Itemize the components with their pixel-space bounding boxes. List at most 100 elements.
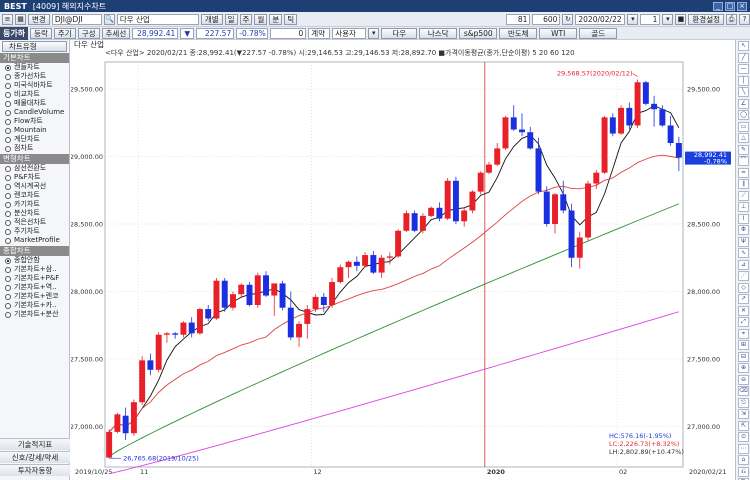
draw-tool-icon[interactable]: ⤢ <box>738 317 749 327</box>
draw-tool-icon[interactable]: ◯ <box>738 110 749 120</box>
radio-icon[interactable] <box>5 136 11 143</box>
chart-type-option[interactable]: 매물대차트 <box>0 99 69 108</box>
draw-tool-icon[interactable]: ⋯ <box>738 443 749 454</box>
draw-tool-icon[interactable]: ∿ <box>738 248 749 258</box>
draw-tool-icon[interactable]: △ <box>738 133 749 143</box>
radio-icon[interactable] <box>5 284 11 291</box>
radio-icon[interactable] <box>5 64 11 71</box>
investor-trend-button[interactable]: 투자자동향 <box>0 464 70 476</box>
draw-tool-icon[interactable]: ✕ <box>738 305 749 316</box>
index-button-gold[interactable]: 골드 <box>579 27 618 39</box>
chart-type-option[interactable]: 점차트 <box>0 144 69 153</box>
radio-icon[interactable] <box>5 266 11 273</box>
radio-icon[interactable] <box>5 192 11 199</box>
help-icon[interactable]: ? <box>739 13 750 25</box>
radio-icon[interactable] <box>5 118 11 125</box>
draw-tool-icon[interactable]: ⊿ <box>738 259 749 270</box>
radio-icon[interactable] <box>5 73 11 80</box>
chart-type-option[interactable]: Flow차트 <box>0 117 69 126</box>
chart-type-option[interactable]: 계단차트 <box>0 135 69 144</box>
refresh-icon[interactable]: ↻ <box>562 13 574 25</box>
index-button-nasdaq[interactable]: 나스닥 <box>419 27 458 39</box>
draw-tool-icon[interactable]: │ <box>738 75 749 86</box>
draw-tool-icon[interactable]: ╲ <box>738 87 749 97</box>
signal-button[interactable]: 신호/강세/약세 <box>0 451 70 463</box>
period-button-month[interactable]: 월 <box>254 13 268 25</box>
chart-type-option[interactable]: 삼선전환도 <box>0 164 69 173</box>
draw-tool-icon[interactable]: ∠ <box>738 98 749 109</box>
settings-button[interactable]: 환경설정 <box>688 13 724 25</box>
change-button[interactable]: 변경 <box>28 13 50 25</box>
grid-icon[interactable]: ▦ <box>15 13 26 25</box>
radio-icon[interactable] <box>5 237 11 244</box>
price-label[interactable]: 등락 <box>30 27 52 39</box>
chart-type-option[interactable]: CandleVolume <box>0 108 69 117</box>
draw-tool-icon[interactable]: ◇ <box>738 282 749 293</box>
draw-tool-icon[interactable]: ≈ <box>738 167 749 178</box>
chart-type-option[interactable]: 기본차트+분산 <box>0 310 69 319</box>
draw-tool-icon[interactable]: ⊖ <box>738 374 749 385</box>
period-button-minute[interactable]: 분 <box>269 13 283 25</box>
radio-icon[interactable] <box>5 228 11 235</box>
draw-tool-icon[interactable]: ∥ <box>738 179 749 189</box>
chart-type-option[interactable]: 적은선차트 <box>0 218 69 227</box>
tab-chart[interactable]: 등가하 <box>0 26 29 40</box>
draw-tool-icon[interactable]: ⌇ <box>738 213 749 224</box>
chart-type-option[interactable]: 기본차트+삼.. <box>0 265 69 274</box>
draw-tool-icon[interactable]: ✎ <box>738 144 749 155</box>
chart-type-option[interactable]: 캔들차트 <box>0 63 69 72</box>
radio-icon[interactable] <box>5 109 11 116</box>
search-icon[interactable]: 🔍 <box>103 13 115 25</box>
radio-icon[interactable] <box>5 174 11 181</box>
period-button-individual[interactable]: 개별 <box>200 13 223 25</box>
period-button-week[interactable]: 주 <box>239 13 253 25</box>
date-input[interactable]: 2020/02/22 <box>575 13 626 25</box>
trendline-button[interactable]: 추세선 <box>101 27 131 39</box>
draw-tool-icon[interactable]: ⎌ <box>738 466 749 477</box>
spin-icon[interactable]: ▾ <box>662 13 674 25</box>
draw-tool-icon[interactable]: ↗ <box>738 294 749 304</box>
calendar-icon[interactable]: ▾ <box>627 13 639 25</box>
radio-icon[interactable] <box>5 145 11 152</box>
index-button-dow[interactable]: 다우 <box>381 27 418 39</box>
period-label[interactable]: 주기 <box>53 27 76 39</box>
chart-type-option[interactable]: 기본차트+역.. <box>0 283 69 292</box>
chart-type-option[interactable]: Mountain <box>0 126 69 135</box>
draw-tool-icon[interactable]: ⊟ <box>738 351 749 362</box>
symbol-code-input[interactable]: DJI@DJI <box>51 13 102 25</box>
count-input-b[interactable]: 600 <box>532 13 561 25</box>
draw-tool-icon[interactable]: ⌫ <box>738 386 749 396</box>
draw-tool-icon[interactable]: ⊙ <box>738 432 749 442</box>
chart-type-option[interactable]: 분산차트 <box>0 209 69 218</box>
radio-icon[interactable] <box>5 201 11 208</box>
draw-tool-icon[interactable]: ⇲ <box>738 409 749 419</box>
draw-tool-icon[interactable]: ⟋ <box>738 190 749 201</box>
radio-icon[interactable] <box>5 82 11 89</box>
chart-area[interactable]: 다우 산업 <다우 산업> 2020/02/21 종:28,992.41(▼22… <box>71 40 735 480</box>
chart-type-option[interactable]: 종합안함 <box>0 256 69 265</box>
draw-tool-icon[interactable]: ⋰ <box>738 271 749 281</box>
radio-icon[interactable] <box>5 165 11 172</box>
chart-type-option[interactable]: 카기차트 <box>0 200 69 209</box>
chart-type-option[interactable]: 미국식바차트 <box>0 81 69 90</box>
struct-label[interactable]: 구성 <box>77 27 100 39</box>
radio-icon[interactable] <box>5 127 11 134</box>
radio-icon[interactable] <box>5 183 11 190</box>
draw-tool-icon[interactable]: ▭ <box>738 121 749 132</box>
draw-tool-icon[interactable]: ⇱ <box>738 420 749 431</box>
draw-tool-icon[interactable]: ⊥ <box>738 202 749 212</box>
draw-tool-icon[interactable]: Φ <box>738 225 749 235</box>
chart-type-option[interactable]: 기본차트+렌코 <box>0 292 69 301</box>
draw-tool-icon[interactable]: ⌒ <box>738 156 749 166</box>
chart-type-option[interactable]: 종가선차트 <box>0 72 69 81</box>
page-input[interactable]: 1 <box>640 13 661 25</box>
print-icon[interactable]: ⎙ <box>726 13 737 25</box>
radio-icon[interactable] <box>5 275 11 282</box>
draw-tool-icon[interactable]: ⊞ <box>738 340 749 350</box>
chart-type-button[interactable]: 차트유형 <box>2 41 67 52</box>
radio-icon[interactable] <box>5 311 11 318</box>
draw-tool-icon[interactable]: ╱ <box>738 52 749 63</box>
chart-type-option[interactable]: P&F차트 <box>0 173 69 182</box>
index-button-wti[interactable]: WTI <box>539 27 578 39</box>
index-button-sp500[interactable]: s&p500 <box>459 27 498 39</box>
